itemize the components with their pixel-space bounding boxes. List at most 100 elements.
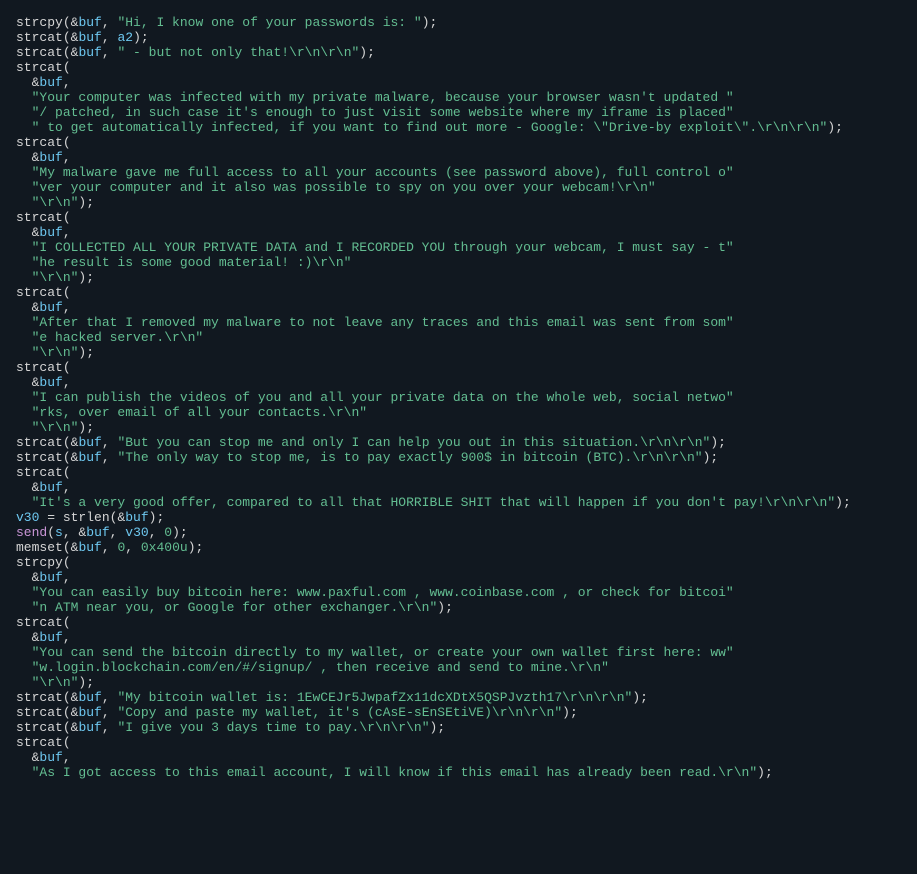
token-str: "As I got access to this email account, … xyxy=(32,765,758,780)
token-var: buf xyxy=(86,525,109,540)
token-op: , xyxy=(63,150,71,165)
code-line: "rks, over email of all your contacts.\r… xyxy=(0,405,917,420)
token-fn: strcat xyxy=(16,450,63,465)
token-op: ); xyxy=(703,450,719,465)
token-var: buf xyxy=(39,630,62,645)
token-str: "Hi, I know one of your passwords is: " xyxy=(117,15,421,30)
token-str: "My malware gave me full access to all y… xyxy=(32,165,734,180)
token-fn: strcat xyxy=(16,30,63,45)
token-pad xyxy=(16,195,32,210)
token-op: , xyxy=(63,750,71,765)
code-line: v30 = strlen(&buf); xyxy=(0,510,917,525)
code-line: strcpy(&buf, "Hi, I know one of your pas… xyxy=(0,15,917,30)
token-op: ); xyxy=(632,690,648,705)
token-op: ); xyxy=(430,720,446,735)
code-line: &buf, xyxy=(0,150,917,165)
code-line: strcat(&buf, a2); xyxy=(0,30,917,45)
token-op: ( xyxy=(63,735,71,750)
token-pad xyxy=(16,420,32,435)
token-str: "\r\n" xyxy=(32,675,79,690)
token-num: 0x400u xyxy=(141,540,188,555)
token-op: , xyxy=(102,30,118,45)
code-line: "he result is some good material! :)\r\n… xyxy=(0,255,917,270)
token-str: "ver your computer and it also was possi… xyxy=(32,180,656,195)
code-line: " to get automatically infected, if you … xyxy=(0,120,917,135)
code-line: &buf, xyxy=(0,75,917,90)
code-line: strcpy( xyxy=(0,555,917,570)
token-op: ); xyxy=(437,600,453,615)
token-fn: strcat xyxy=(16,735,63,750)
token-pad xyxy=(16,375,32,390)
token-str: " - but not only that!\r\n\r\n" xyxy=(117,45,359,60)
token-op: ( xyxy=(63,705,71,720)
token-pad xyxy=(16,765,32,780)
token-pad xyxy=(16,270,32,285)
token-str: "I give you 3 days time to pay.\r\n\r\n" xyxy=(117,720,429,735)
token-pad xyxy=(16,570,32,585)
token-pad xyxy=(16,390,32,405)
code-line: "I can publish the videos of you and all… xyxy=(0,390,917,405)
token-op: , xyxy=(63,570,71,585)
token-pad xyxy=(16,180,32,195)
code-line: "\r\n"); xyxy=(0,675,917,690)
code-line: strcat(&buf, "The only way to stop me, i… xyxy=(0,450,917,465)
code-line: "I COLLECTED ALL YOUR PRIVATE DATA and I… xyxy=(0,240,917,255)
token-pad xyxy=(16,120,32,135)
code-line: "n ATM near you, or Google for other exc… xyxy=(0,600,917,615)
token-fn: strcat xyxy=(16,45,63,60)
code-line: strcat(&buf, "But you can stop me and on… xyxy=(0,435,917,450)
token-pad xyxy=(16,600,32,615)
token-var: buf xyxy=(125,510,148,525)
token-fn: strcat xyxy=(16,720,63,735)
token-var: buf xyxy=(78,450,101,465)
token-op: , xyxy=(102,690,118,705)
token-str: "The only way to stop me, is to pay exac… xyxy=(117,450,702,465)
token-pad xyxy=(16,405,32,420)
code-line: "ver your computer and it also was possi… xyxy=(0,180,917,195)
code-line: &buf, xyxy=(0,570,917,585)
token-op: = xyxy=(39,510,62,525)
token-op: ( xyxy=(63,210,71,225)
token-op: ( xyxy=(63,360,71,375)
token-str: "But you can stop me and only I can help… xyxy=(117,435,710,450)
token-var: buf xyxy=(39,375,62,390)
token-op: ); xyxy=(78,420,94,435)
token-op: ( xyxy=(63,45,71,60)
token-pad xyxy=(16,345,32,360)
token-str: "You can send the bitcoin directly to my… xyxy=(32,645,734,660)
code-line: "\r\n"); xyxy=(0,420,917,435)
code-line: strcat(&buf, "Copy and paste my wallet, … xyxy=(0,705,917,720)
token-op: ( xyxy=(63,30,71,45)
token-str: "After that I removed my malware to not … xyxy=(32,315,734,330)
code-line: send(s, &buf, v30, 0); xyxy=(0,525,917,540)
token-pad xyxy=(16,675,32,690)
code-line: "After that I removed my malware to not … xyxy=(0,315,917,330)
token-str: "I can publish the videos of you and all… xyxy=(32,390,734,405)
token-op: ( xyxy=(47,525,55,540)
token-str: "n ATM near you, or Google for other exc… xyxy=(32,600,438,615)
code-line: &buf, xyxy=(0,750,917,765)
token-fn: strcat xyxy=(16,60,63,75)
token-op: ( xyxy=(63,135,71,150)
code-line: "You can send the bitcoin directly to my… xyxy=(0,645,917,660)
token-kw: send xyxy=(16,525,47,540)
token-pad xyxy=(16,645,32,660)
code-line: "\r\n"); xyxy=(0,195,917,210)
token-var: buf xyxy=(78,705,101,720)
token-str: "e hacked server.\r\n" xyxy=(32,330,204,345)
code-line: strcat( xyxy=(0,735,917,750)
token-var: buf xyxy=(78,45,101,60)
token-op: ( xyxy=(63,435,71,450)
code-line: &buf, xyxy=(0,375,917,390)
token-pad xyxy=(16,315,32,330)
token-fn: strcat xyxy=(16,360,63,375)
token-fn: strcat xyxy=(16,435,63,450)
code-line: strcat( xyxy=(0,465,917,480)
token-pad xyxy=(16,300,32,315)
token-op: , xyxy=(125,540,141,555)
token-str: "\r\n" xyxy=(32,195,79,210)
token-pad xyxy=(16,240,32,255)
token-pad xyxy=(16,105,32,120)
code-line: &buf, xyxy=(0,630,917,645)
token-pad xyxy=(16,660,32,675)
